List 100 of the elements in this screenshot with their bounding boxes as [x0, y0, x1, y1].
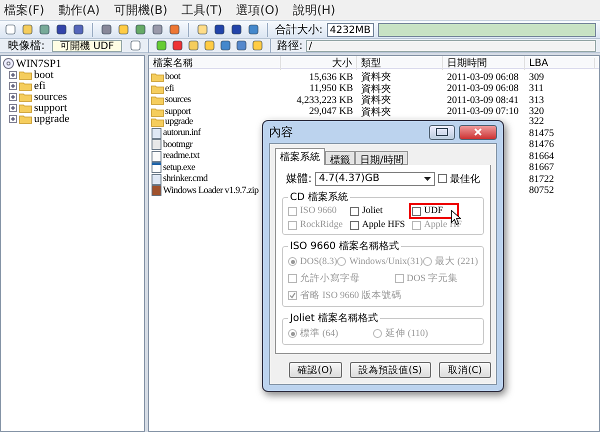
table-cell: 資料夾 — [361, 72, 391, 83]
checkbox[interactable] — [412, 206, 421, 216]
file-name[interactable]: Windows Loader v1.9.7.zip — [163, 186, 258, 196]
file-name[interactable]: efi — [165, 84, 174, 94]
expand-icon[interactable] — [9, 82, 17, 90]
folder-icon — [151, 116, 164, 127]
table-cell: 4,233,223 KB — [296, 94, 353, 106]
table-cell: 29,047 KB — [309, 106, 353, 117]
column-header[interactable]: 日期時間 — [443, 56, 525, 70]
dialog-button[interactable]: 取消(C) — [438, 362, 491, 378]
checkbox-label: Apple HFS — [362, 220, 406, 230]
table-cell: 15,636 KB — [309, 72, 353, 82]
tree-item[interactable]: sources — [34, 90, 67, 102]
dialog-title: 內容 — [269, 124, 294, 140]
checkbox-label: UDF — [424, 206, 444, 216]
window-icon-button[interactable] — [429, 124, 455, 140]
file-name[interactable]: shrinker.cmd — [163, 174, 208, 184]
column-header[interactable]: LBA — [525, 58, 595, 68]
radio-label: 標準 (64) — [300, 327, 338, 340]
folder-icon — [19, 80, 32, 90]
folder-icon — [151, 95, 164, 105]
file-name[interactable]: boot — [165, 72, 180, 82]
media-label: 媒體: — [286, 171, 312, 186]
checkbox-label: Joliet — [362, 206, 383, 216]
expand-icon[interactable] — [9, 104, 17, 112]
radio-label: Windows/Unix(31) — [349, 256, 423, 266]
tab[interactable]: 標籤 — [325, 151, 355, 165]
table-cell: 320 — [529, 106, 544, 117]
tree-item[interactable]: upgrade — [34, 112, 70, 124]
file-name[interactable]: upgrade — [165, 116, 193, 127]
document-icon — [151, 150, 162, 162]
radio-button[interactable] — [337, 257, 346, 266]
checkbox[interactable] — [394, 274, 404, 283]
table-cell: 2011-03-09 07:10 — [447, 106, 519, 117]
file-name[interactable]: autorun.inf — [163, 128, 201, 138]
table-cell: 資料夾 — [361, 84, 391, 94]
folder-icon — [19, 92, 32, 102]
group-title: ISO 9660 檔案名稱格式 — [289, 240, 400, 253]
close-button[interactable] — [459, 124, 497, 140]
table-cell: 80752 — [529, 185, 554, 196]
checkbox[interactable] — [288, 291, 297, 300]
folder-icon — [19, 70, 32, 80]
expand-icon[interactable] — [9, 114, 17, 122]
radio-button[interactable] — [373, 329, 382, 338]
archive-icon — [151, 185, 162, 196]
file-name[interactable]: setup.exe — [163, 162, 196, 173]
tree-item[interactable]: boot — [34, 68, 54, 80]
path-field[interactable]: / — [306, 40, 596, 52]
tab[interactable]: 檔案系統 — [275, 148, 325, 165]
caret-icon — [424, 176, 431, 180]
path-label: 路徑: — [277, 38, 303, 53]
table-cell: 81475 — [529, 128, 554, 139]
checkbox[interactable] — [438, 174, 447, 183]
checkbox-label: DOS 字元集 — [406, 272, 458, 285]
tree-item[interactable]: WIN7SP1 — [16, 58, 62, 70]
radio-button[interactable] — [423, 257, 432, 266]
tab[interactable]: 日期/時間 — [355, 151, 408, 165]
tree-item[interactable]: efi — [34, 80, 46, 92]
table-cell: 2011-03-09 06:08 — [447, 83, 519, 94]
media-dropdown[interactable]: 4.7(4.37)GB — [314, 172, 435, 186]
mouse-cursor-icon — [451, 210, 461, 225]
table-cell: 11,950 KB — [309, 83, 353, 94]
checkbox-label: RockRidge — [300, 220, 343, 230]
folder-icon — [151, 84, 164, 94]
tree-item[interactable]: support — [34, 102, 67, 114]
column-header[interactable]: 大小 — [281, 56, 357, 70]
checkbox[interactable] — [350, 206, 359, 216]
image-type-field[interactable]: 可開機 UDF — [52, 40, 122, 52]
group-title: Joliet 檔案名稱格式 — [288, 312, 379, 325]
radio-button[interactable] — [288, 329, 297, 338]
column-header[interactable]: 類型 — [357, 56, 443, 70]
file-name[interactable]: support — [165, 106, 191, 116]
folder-icon — [151, 106, 164, 116]
group-title: CD 檔案系統 — [289, 190, 349, 204]
expand-icon[interactable] — [9, 70, 17, 78]
radio-label: 延伸 (110) — [385, 327, 428, 340]
menu-item[interactable]: 說明(H) — [292, 2, 336, 18]
dialog-button[interactable]: 設為預設值(S) — [350, 362, 431, 378]
menu-item[interactable]: 動作(A) — [58, 2, 100, 18]
table-cell: 309 — [529, 72, 544, 82]
file-name[interactable]: readme.txt — [163, 151, 200, 162]
dialog-button[interactable]: 確認(O) — [288, 362, 342, 378]
column-header[interactable]: 檔案名稱 — [149, 56, 281, 70]
table-cell: 資料夾 — [361, 106, 391, 118]
menu-item[interactable]: 可開機(B) — [114, 2, 168, 18]
radio-button[interactable] — [288, 257, 297, 266]
table-cell: 資料夾 — [361, 95, 391, 106]
checkbox[interactable] — [288, 274, 297, 283]
checkbox-label: 最佳化 — [450, 172, 480, 186]
expand-icon[interactable] — [9, 92, 17, 100]
file-name[interactable]: sources — [165, 95, 191, 105]
table-cell: 81664 — [529, 150, 554, 162]
checkbox[interactable] — [350, 220, 359, 230]
file-name[interactable]: bootmgr — [163, 140, 192, 150]
menu-item[interactable]: 工具(T) — [181, 2, 222, 18]
table-cell: 2011-03-09 08:41 — [447, 94, 519, 106]
checkbox-label: 省略 ISO 9660 版本號碼 — [300, 289, 402, 302]
menu-item[interactable]: 檔案(F) — [4, 2, 44, 18]
total-size-label: 合計大小: — [275, 22, 323, 37]
menu-item[interactable]: 選項(O) — [236, 2, 279, 18]
